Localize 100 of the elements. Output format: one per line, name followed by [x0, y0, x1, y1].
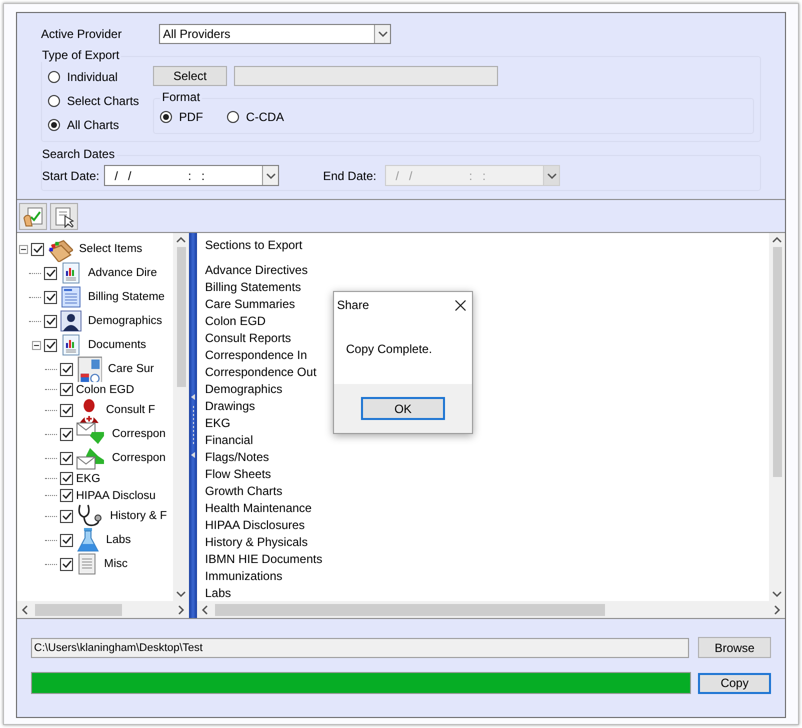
- scroll-up-icon[interactable]: [176, 236, 186, 244]
- scroll-down-icon[interactable]: [772, 590, 782, 598]
- section-item[interactable]: Labs: [205, 585, 232, 601]
- section-item[interactable]: History & Physicals: [205, 534, 308, 551]
- scroll-thumb[interactable]: [176, 247, 186, 387]
- radio-button[interactable]: [48, 119, 60, 131]
- radio-option[interactable]: Individual: [48, 65, 140, 89]
- scroll-left-icon[interactable]: [201, 604, 209, 614]
- checkbox[interactable]: [60, 452, 73, 464]
- tree-item-label[interactable]: Documents: [88, 339, 146, 351]
- radio-button[interactable]: [160, 111, 172, 123]
- checkbox[interactable]: [60, 489, 73, 502]
- vertical-scrollbar[interactable]: [769, 233, 785, 601]
- dialog-title: Share: [337, 298, 370, 312]
- radio-option[interactable]: Select Charts: [48, 89, 140, 113]
- scroll-thumb[interactable]: [35, 604, 122, 616]
- section-item[interactable]: Advance Directives: [205, 262, 308, 279]
- section-item[interactable]: Demographics: [205, 381, 282, 398]
- section-item[interactable]: Drawings: [205, 398, 256, 415]
- tree-item-label[interactable]: Care Sur: [108, 363, 154, 375]
- section-item[interactable]: Care Summaries: [205, 296, 296, 313]
- vertical-scrollbar[interactable]: [173, 233, 189, 601]
- checkbox[interactable]: [31, 242, 44, 256]
- date-field[interactable]: / / : :: [104, 165, 279, 186]
- section-item[interactable]: Flags/Notes: [205, 449, 270, 466]
- tree-item-label[interactable]: Select Items: [79, 243, 142, 255]
- checkbox[interactable]: [60, 404, 73, 416]
- expand-toggle[interactable]: [19, 244, 28, 254]
- select-button[interactable]: Select: [153, 66, 228, 86]
- expand-toggle[interactable]: [32, 340, 41, 350]
- checkbox[interactable]: [60, 383, 73, 396]
- dropdown-caret-icon[interactable]: [266, 172, 276, 180]
- checkbox[interactable]: [60, 428, 73, 440]
- section-item[interactable]: EKG: [205, 415, 230, 432]
- tree-item-label[interactable]: Colon EGD: [76, 384, 134, 396]
- tree-item-label[interactable]: Advance Dire: [88, 267, 158, 279]
- browse-button[interactable]: Browse: [698, 637, 771, 658]
- radio-option[interactable]: C-CDA: [227, 105, 284, 129]
- provider-dropdown[interactable]: All Providers: [159, 24, 391, 44]
- checkbox[interactable]: [44, 266, 57, 280]
- radio-option[interactable]: PDF: [160, 105, 204, 129]
- scroll-thumb[interactable]: [772, 247, 782, 477]
- envelope-arrow-icon: [76, 446, 106, 470]
- section-item[interactable]: Financial: [205, 432, 254, 449]
- radio-button[interactable]: [227, 111, 240, 123]
- tree-item-label[interactable]: Labs: [106, 534, 131, 546]
- close-icon[interactable]: [455, 300, 466, 310]
- check-icon: [46, 316, 56, 326]
- hand-check-icon[interactable]: [19, 203, 47, 230]
- checkbox[interactable]: [60, 558, 73, 570]
- tree-item-label[interactable]: Misc: [104, 558, 128, 570]
- section-item[interactable]: HIPAA Disclosures: [205, 517, 305, 534]
- tree-item-label[interactable]: EKG: [76, 472, 100, 484]
- tree-item-label[interactable]: Billing Stateme: [88, 291, 165, 303]
- section-item[interactable]: IBMN HIE Documents: [205, 551, 322, 568]
- checkbox[interactable]: [44, 314, 57, 328]
- horizontal-scrollbar[interactable]: [17, 601, 189, 618]
- checkbox[interactable]: [60, 362, 73, 376]
- check-icon: [46, 340, 56, 350]
- scroll-thumb[interactable]: [215, 604, 605, 616]
- tree-item-label[interactable]: Consult F: [106, 404, 156, 416]
- tree-item-label[interactable]: Demographics: [88, 315, 162, 327]
- chart-document-icon: [60, 334, 82, 356]
- scroll-left-icon[interactable]: [21, 604, 29, 614]
- checkbox[interactable]: [60, 510, 73, 522]
- checkbox[interactable]: [44, 290, 57, 304]
- section-item[interactable]: Growth Charts: [205, 483, 282, 500]
- radio-option[interactable]: All Charts: [48, 113, 140, 137]
- stethoscope-icon: [76, 503, 104, 529]
- splitter-handle[interactable]: [189, 233, 197, 618]
- tree-item-label[interactable]: Correspon: [112, 428, 166, 440]
- horizontal-scrollbar[interactable]: [197, 601, 785, 618]
- dropdown-caret-icon[interactable]: [378, 30, 388, 38]
- cursor-document-icon[interactable]: [50, 203, 78, 230]
- dialog-message: Copy Complete.: [346, 342, 432, 356]
- ok-button[interactable]: OK: [361, 397, 445, 420]
- section-item[interactable]: Colon EGD: [205, 313, 266, 330]
- scroll-right-icon[interactable]: [177, 604, 185, 614]
- checkbox[interactable]: [60, 472, 73, 485]
- copy-button[interactable]: Copy: [698, 672, 771, 694]
- scroll-down-icon[interactable]: [176, 590, 186, 598]
- tree-item-label[interactable]: HIPAA Disclosu: [76, 490, 156, 502]
- check-icon: [62, 560, 72, 568]
- checkbox[interactable]: [44, 338, 57, 352]
- section-item[interactable]: Health Maintenance: [205, 500, 312, 517]
- radio-button[interactable]: [48, 71, 60, 83]
- section-item[interactable]: Correspondence In: [205, 347, 308, 364]
- scroll-up-icon[interactable]: [772, 236, 782, 244]
- tree-item-label[interactable]: Correspon: [112, 452, 166, 464]
- section-item[interactable]: Consult Reports: [205, 330, 292, 347]
- scroll-right-icon[interactable]: [773, 604, 781, 614]
- checkbox[interactable]: [60, 534, 73, 546]
- tree-item-label[interactable]: History & F: [110, 510, 167, 522]
- path-field[interactable]: C:\Users\klaningham\Desktop\Test: [31, 638, 690, 658]
- section-item[interactable]: Billing Statements: [205, 279, 302, 296]
- radio-button[interactable]: [48, 95, 60, 107]
- flask-icon: [76, 527, 100, 553]
- section-item[interactable]: Correspondence Out: [205, 364, 316, 381]
- section-item[interactable]: Immunizations: [205, 568, 282, 585]
- section-item[interactable]: Flow Sheets: [205, 466, 272, 483]
